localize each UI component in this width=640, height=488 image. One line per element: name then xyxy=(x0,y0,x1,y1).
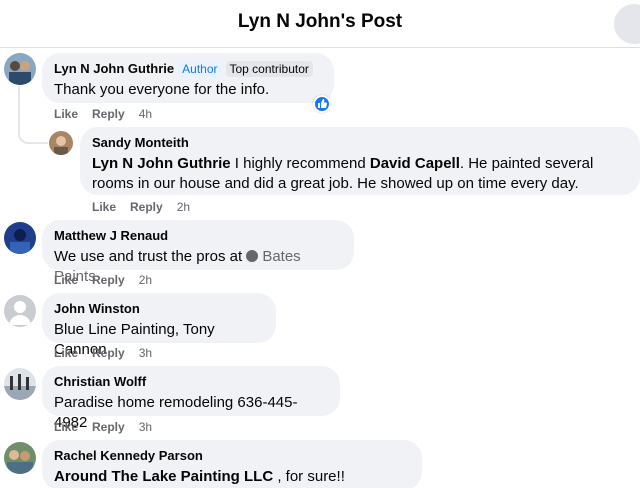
reply-button[interactable]: Reply xyxy=(92,273,125,287)
comment-text: Lyn N John Guthrie I highly recommend Da… xyxy=(92,155,594,192)
avatar[interactable] xyxy=(4,442,36,474)
reply-button[interactable]: Reply xyxy=(130,200,163,214)
author-badge: Author xyxy=(178,61,222,77)
mention-link[interactable]: Around The Lake Painting LLC xyxy=(54,468,273,485)
thread-line xyxy=(18,86,48,144)
comment-actions: Like Reply 3h xyxy=(54,346,166,360)
like-button[interactable]: Like xyxy=(92,200,116,214)
timestamp[interactable]: 4h xyxy=(139,107,152,121)
like-button[interactable]: Like xyxy=(54,420,78,434)
avatar[interactable] xyxy=(4,368,36,400)
avatar[interactable] xyxy=(49,131,73,155)
mention-link[interactable]: Lyn N John Guthrie xyxy=(92,155,231,172)
comment-bubble: Sandy Monteith Lyn N John Guthrie I high… xyxy=(80,127,640,195)
comment-bubble: Rachel Kennedy Parson Around The Lake Pa… xyxy=(42,440,422,488)
timestamp[interactable]: 3h xyxy=(139,420,152,434)
comment-actions: Like Reply 3h xyxy=(54,420,166,434)
timestamp[interactable]: 2h xyxy=(177,200,190,214)
comment-bubble: Christian Wolff Paradise home remodeling… xyxy=(42,366,340,431)
comment-bubble: Matthew J Renaud We use and trust the pr… xyxy=(42,220,354,285)
page-icon xyxy=(246,250,259,262)
comment-bubble: John Winston Blue Line Painting, Tony Ca… xyxy=(42,293,276,358)
avatar[interactable] xyxy=(4,222,36,254)
comment-author[interactable]: John Winston xyxy=(54,301,264,317)
timestamp[interactable]: 3h xyxy=(139,346,152,360)
avatar[interactable] xyxy=(4,295,36,327)
comment-actions: Like Reply 4h xyxy=(54,107,166,121)
comment-author[interactable]: Sandy Monteith xyxy=(92,135,628,151)
avatar[interactable] xyxy=(4,53,36,85)
reply-button[interactable]: Reply xyxy=(92,346,125,360)
comment-author[interactable]: Lyn N John Guthrie xyxy=(54,61,174,76)
reply-button[interactable]: Reply xyxy=(92,420,125,434)
top-contributor-badge: Top contributor xyxy=(225,61,313,77)
comment-bubble: Lyn N John Guthrie Author Top contributor … xyxy=(42,53,334,103)
comment-author[interactable]: Matthew J Renaud xyxy=(54,228,342,244)
comment-text: Thank you everyone for the info. xyxy=(54,81,270,98)
like-button[interactable]: Like xyxy=(54,273,78,287)
like-button[interactable]: Like xyxy=(54,346,78,360)
comment-text: Around The Lake Painting LLC , for sure!… xyxy=(54,468,345,485)
comment-author[interactable]: Rachel Kennedy Parson xyxy=(54,448,410,464)
close-button[interactable] xyxy=(614,4,640,44)
timestamp[interactable]: 2h xyxy=(139,273,152,287)
comment-actions: Like Reply 2h xyxy=(92,200,204,214)
comment-author[interactable]: Christian Wolff xyxy=(54,374,328,390)
post-header: Lyn N John's Post xyxy=(0,0,640,48)
reply-button[interactable]: Reply xyxy=(92,107,125,121)
post-title: Lyn N John's Post xyxy=(237,11,403,32)
like-icon[interactable] xyxy=(313,95,331,113)
mention-link[interactable]: David Capell xyxy=(370,155,460,172)
like-button[interactable]: Like xyxy=(54,107,78,121)
comment-actions: Like Reply 2h xyxy=(54,273,166,287)
